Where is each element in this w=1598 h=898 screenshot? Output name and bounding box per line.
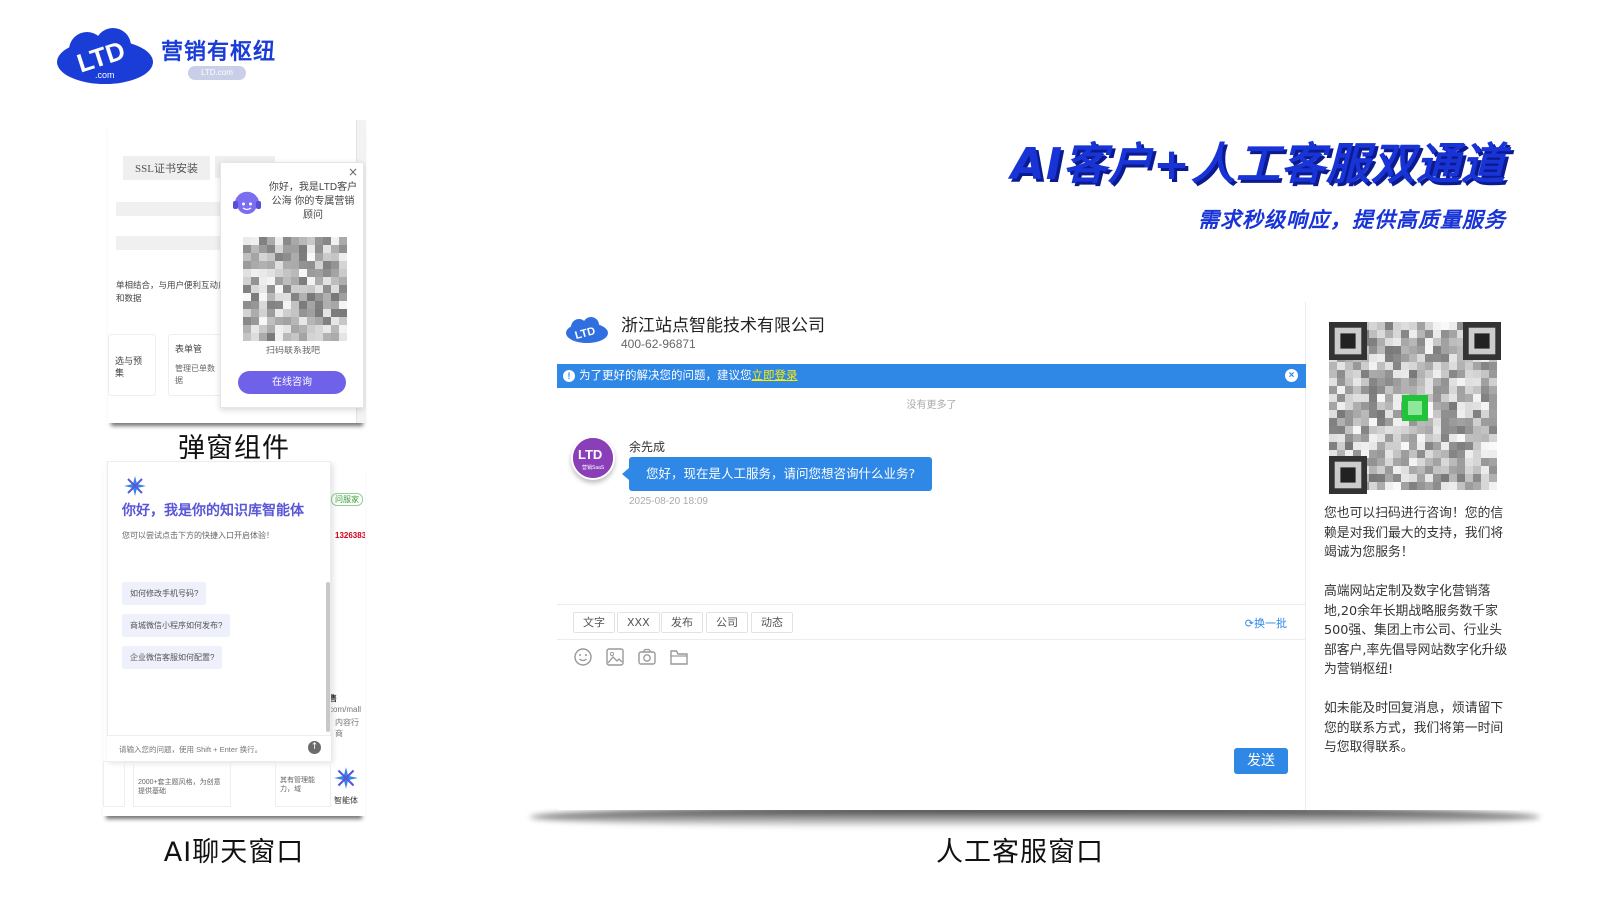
send-arrow-icon[interactable]: ↑	[308, 741, 321, 754]
placeholder-bar	[116, 236, 226, 250]
avatar-sub: 营销SaaS	[582, 464, 605, 471]
refresh-icon: ⟳	[1244, 617, 1254, 630]
close-icon[interactable]: ×	[348, 165, 358, 179]
qr-caption: 扫码联系我吧	[265, 346, 320, 355]
headset-icon	[233, 191, 261, 214]
headline: AI客户+人工客服双通道 需求秒级响应，提供高质量服务	[1011, 128, 1506, 234]
background-card: 2000+套主题风格，为创意提供基础	[133, 761, 231, 807]
background-card: 其有管理能力，域	[275, 761, 331, 807]
qr-code-blurred	[243, 237, 347, 341]
quick-chip[interactable]: 发布	[661, 612, 703, 633]
no-more-history: 没有更多了	[906, 400, 957, 411]
background-card: 选与预集	[108, 334, 156, 396]
quick-question-chip[interactable]: 商城微信小程序如何发布?	[122, 614, 231, 637]
side-paragraph: 您也可以扫码进行咨询！您的信赖是对我们最大的支持，我们将竭诚为您服务！	[1324, 506, 1504, 560]
online-consult-button[interactable]: 在线咨询	[238, 371, 346, 394]
camera-icon[interactable]	[637, 647, 657, 667]
send-button[interactable]: 发送	[1234, 748, 1288, 774]
ssl-tab[interactable]: SSL证书安装	[123, 156, 210, 180]
agent-name: 余先成	[629, 440, 666, 454]
avatar-image: LTD 营销SaaS	[573, 438, 613, 478]
side-info-text: 您也可以扫码进行咨询！您的信赖是对我们最大的支持，我们将竭诚为您服务！ 高端网站…	[1324, 504, 1514, 777]
message-timestamp: 2025-08-20 18:09	[629, 496, 708, 507]
login-link[interactable]: 立即登录	[752, 370, 798, 382]
card-text: 管理已单数据	[175, 364, 215, 385]
brand-domain-pill: LTD.com	[188, 66, 246, 80]
floating-agent-button[interactable]: 智能体	[331, 765, 361, 806]
brand-logo-sub: .com	[95, 70, 115, 80]
background-text: 单相结合，与用户便利互动反馈和数据	[116, 280, 236, 303]
quick-chip[interactable]: 文字	[573, 612, 615, 633]
refresh-label: 换一批	[1254, 617, 1287, 630]
info-icon: !	[563, 370, 575, 382]
agent-star-icon	[124, 476, 146, 496]
banner-text: 为了更好的解决您的问题，建议您立即登录	[579, 364, 798, 388]
headline-title: AI客户+人工客服双通道	[1010, 139, 1506, 190]
side-info-pane: 您也可以扫码进行咨询！您的信赖是对我们最大的支持，我们将竭诚为您服务！ 高端网站…	[1317, 302, 1520, 810]
avatar-text: LTD	[578, 447, 602, 462]
card-text: 选与预集	[115, 356, 143, 378]
background-text: com/mall	[329, 705, 362, 714]
agent-avatar: LTD 营销SaaS	[571, 436, 615, 480]
customer-service-window: LTD 浙江站点智能技术有限公司 400-62-96871 ! 为了更好的解决您…	[557, 302, 1520, 810]
background-cards: 2000+套主题风格，为创意提供基础 其有管理能力，域	[103, 757, 365, 816]
brand-name: 营销有枢纽	[161, 40, 277, 65]
close-icon[interactable]: ×	[1285, 369, 1298, 382]
cs-caption: 人工客服窗口	[936, 837, 1104, 868]
quick-chip[interactable]: 动态	[751, 612, 793, 633]
folder-icon[interactable]	[669, 647, 689, 667]
headline-subtitle: 需求秒级响应，提供高质量服务	[1198, 208, 1506, 232]
brand-logo: LTD .com 营销有枢纽 LTD.com	[55, 28, 295, 88]
popup-caption: 弹窗组件	[178, 433, 290, 464]
background-card	[103, 761, 125, 807]
company-name: 浙江站点智能技术有限公司	[621, 316, 825, 336]
floating-agent-label: 智能体	[334, 796, 358, 805]
card-title: 表单管	[175, 344, 203, 354]
quick-question-chip[interactable]: 企业微信客服如何配置?	[122, 646, 223, 669]
popup-demo-screenshot: SSL证书安装 单相结合，与用户便利互动反馈和数据 选与预集 表单管 管理已单数…	[108, 120, 366, 423]
background-text: 内容行商	[335, 718, 359, 738]
ai-chat-caption: AI聊天窗口	[163, 837, 305, 868]
ai-chat-widget: 你好，我是你的知识库智能体 您可以尝试点击下方的快捷入口开启体验！ 如何修改手机…	[107, 461, 331, 761]
background-card: 表单管 管理已单数据	[168, 334, 228, 396]
company-logo-icon: LTD	[566, 317, 608, 343]
message-bubble: 您好，现在是人工服务，请问您想咨询什么业务?	[621, 457, 933, 491]
ltd-cloud-logo-icon: LTD .com	[57, 28, 153, 84]
popup-greeting: 你好，我是LTD客户公海 你的专属营销顾问	[268, 182, 358, 221]
refresh-button[interactable]: ⟳换一批	[1245, 615, 1287, 631]
login-banner: ! 为了更好的解决您的问题，建议您立即登录 ×	[557, 364, 1306, 388]
qr-code-blurred	[1329, 322, 1501, 494]
ai-input-placeholder[interactable]: 请输入您的问题，使用 Shift + Enter 换行。	[119, 744, 262, 755]
placeholder-bar	[116, 202, 226, 216]
consult-popup-widget: × 你好，我是LTD客户公海 你的专属营销顾问 扫码联系我吧 在线咨询	[220, 162, 364, 408]
chat-pane: LTD 浙江站点智能技术有限公司 400-62-96871 ! 为了更好的解决您…	[557, 302, 1306, 810]
quick-chip[interactable]: XXX	[617, 612, 660, 633]
side-paragraph: 高端网站定制及数字化营销落地,20余年长期战略服务数千家500强、集团上市公司、…	[1324, 584, 1508, 677]
ai-greeting-title: 你好，我是你的知识库智能体	[122, 503, 304, 519]
image-icon[interactable]	[605, 647, 625, 667]
quick-chip[interactable]: 公司	[706, 612, 748, 633]
ai-chat-demo-screenshot: 问服家 1326383 售 com/mall 内容行商 你好，我是你的知识库智能…	[103, 461, 365, 816]
chat-scrollbar[interactable]	[326, 582, 330, 732]
ai-hint: 您可以尝试点击下方的快捷入口开启体验！	[122, 531, 274, 540]
company-phone: 400-62-96871	[621, 337, 696, 351]
background-badge: 问服家	[331, 493, 363, 506]
side-paragraph: 如未能及时回复消息，烦请留下您的联系方式，我们将第一时间与您取得联系。	[1324, 701, 1504, 755]
banner-message: 为了更好的解决您的问题，建议您	[579, 370, 752, 382]
divider	[557, 604, 1306, 605]
emoji-icon[interactable]	[573, 647, 593, 667]
divider	[557, 639, 1306, 640]
agent-star-icon	[334, 767, 358, 789]
background-phone: 1326383	[335, 531, 365, 540]
quick-question-chip[interactable]: 如何修改手机号码?	[122, 582, 207, 605]
